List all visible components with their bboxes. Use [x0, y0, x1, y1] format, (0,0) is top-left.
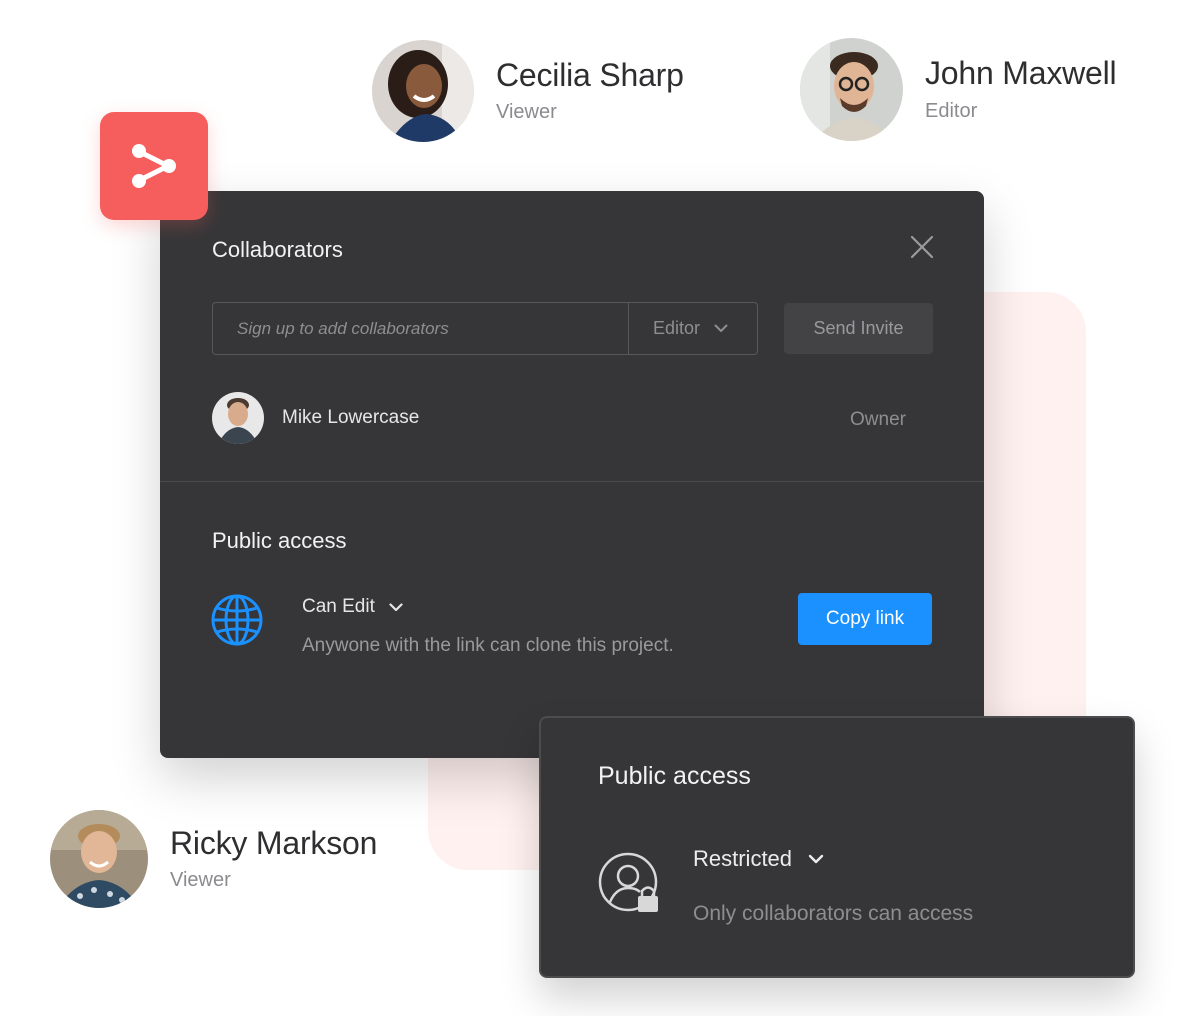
invite-role-value: Editor	[653, 318, 701, 338]
globe-icon	[211, 594, 263, 646]
person-ricky: Ricky Markson Viewer	[50, 810, 377, 908]
invite-field-group: Editor	[212, 302, 758, 355]
person-name: John Maxwell	[925, 55, 1117, 92]
avatar	[50, 810, 148, 908]
collaborators-dialog: Collaborators Editor Send Invite Mike Lo…	[160, 191, 984, 758]
public-access-description: Anywone with the link can clone this pro…	[302, 635, 674, 656]
divider	[160, 481, 984, 482]
collaborator-row: Mike Lowercase Owner	[212, 392, 906, 444]
person-role: Viewer	[496, 101, 557, 124]
permission-value: Can Edit	[302, 596, 375, 617]
collaborator-email-input[interactable]	[213, 303, 628, 354]
person-cecilia: Cecilia Sharp Viewer	[372, 40, 684, 142]
section-title: Public access	[212, 528, 347, 553]
close-button[interactable]	[908, 233, 936, 261]
avatar	[212, 392, 264, 444]
chevron-down-icon	[714, 324, 728, 332]
user-lock-icon	[598, 852, 658, 912]
share-badge	[100, 112, 208, 220]
person-name: Cecilia Sharp	[496, 56, 684, 93]
section-title: Public access	[598, 762, 751, 790]
collaborator-role: Owner	[850, 409, 906, 430]
avatar	[372, 40, 474, 142]
permission-value: Restricted	[693, 846, 793, 871]
chevron-down-icon	[808, 854, 824, 864]
restricted-access-card: Public access Restricted Only collaborat…	[539, 716, 1135, 978]
person-role: Viewer	[170, 869, 231, 892]
public-permission-select[interactable]: Can Edit	[302, 596, 403, 618]
person-role: Editor	[925, 99, 978, 122]
avatar	[800, 38, 903, 141]
close-icon	[910, 235, 934, 259]
dialog-title: Collaborators	[212, 237, 343, 262]
share-nodes-icon	[132, 144, 176, 188]
restricted-description: Only collaborators can access	[693, 902, 974, 925]
copy-link-button[interactable]: Copy link	[798, 593, 932, 645]
invite-role-select[interactable]: Editor	[628, 303, 757, 354]
person-john: John Maxwell Editor	[800, 38, 1117, 141]
collaborator-name: Mike Lowercase	[282, 407, 420, 428]
person-name: Ricky Markson	[170, 824, 378, 861]
chevron-down-icon	[389, 602, 403, 611]
send-invite-button[interactable]: Send Invite	[784, 303, 933, 354]
restricted-permission-select[interactable]: Restricted	[693, 846, 824, 872]
